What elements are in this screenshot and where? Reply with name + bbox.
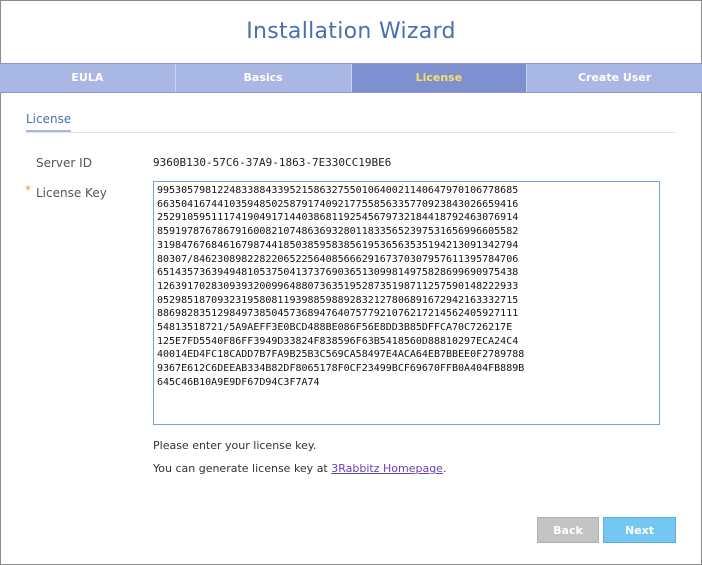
section-divider xyxy=(26,132,676,133)
next-button[interactable]: Next xyxy=(603,517,676,543)
tab-license[interactable]: License xyxy=(351,64,528,92)
tab-basics[interactable]: Basics xyxy=(176,64,352,92)
license-key-label: License Key xyxy=(36,186,107,200)
tab-eula[interactable]: EULA xyxy=(0,64,176,92)
wizard-title: Installation Wizard xyxy=(246,19,456,44)
license-hint: Please enter your license key. xyxy=(153,439,317,452)
homepage-link[interactable]: 3Rabbitz Homepage xyxy=(331,462,443,475)
section-title: License xyxy=(26,112,72,132)
tab-create-user[interactable]: Create User xyxy=(527,64,702,92)
generate-hint: You can generate license key at 3Rabbitz… xyxy=(153,462,446,475)
license-key-input[interactable]: 9953057981224833884339521586327550106400… xyxy=(153,181,660,425)
server-id-value: 9360B130-57C6-37A9-1863-7E330CC19BE6 xyxy=(153,156,392,169)
wizard-tabs: EULA Basics License Create User xyxy=(0,63,702,93)
back-button[interactable]: Back xyxy=(537,517,599,543)
server-id-label: Server ID xyxy=(36,156,92,170)
required-mark: * xyxy=(25,183,31,197)
generate-hint-suffix: . xyxy=(442,462,447,475)
generate-hint-prefix: You can generate license key at xyxy=(153,462,332,475)
